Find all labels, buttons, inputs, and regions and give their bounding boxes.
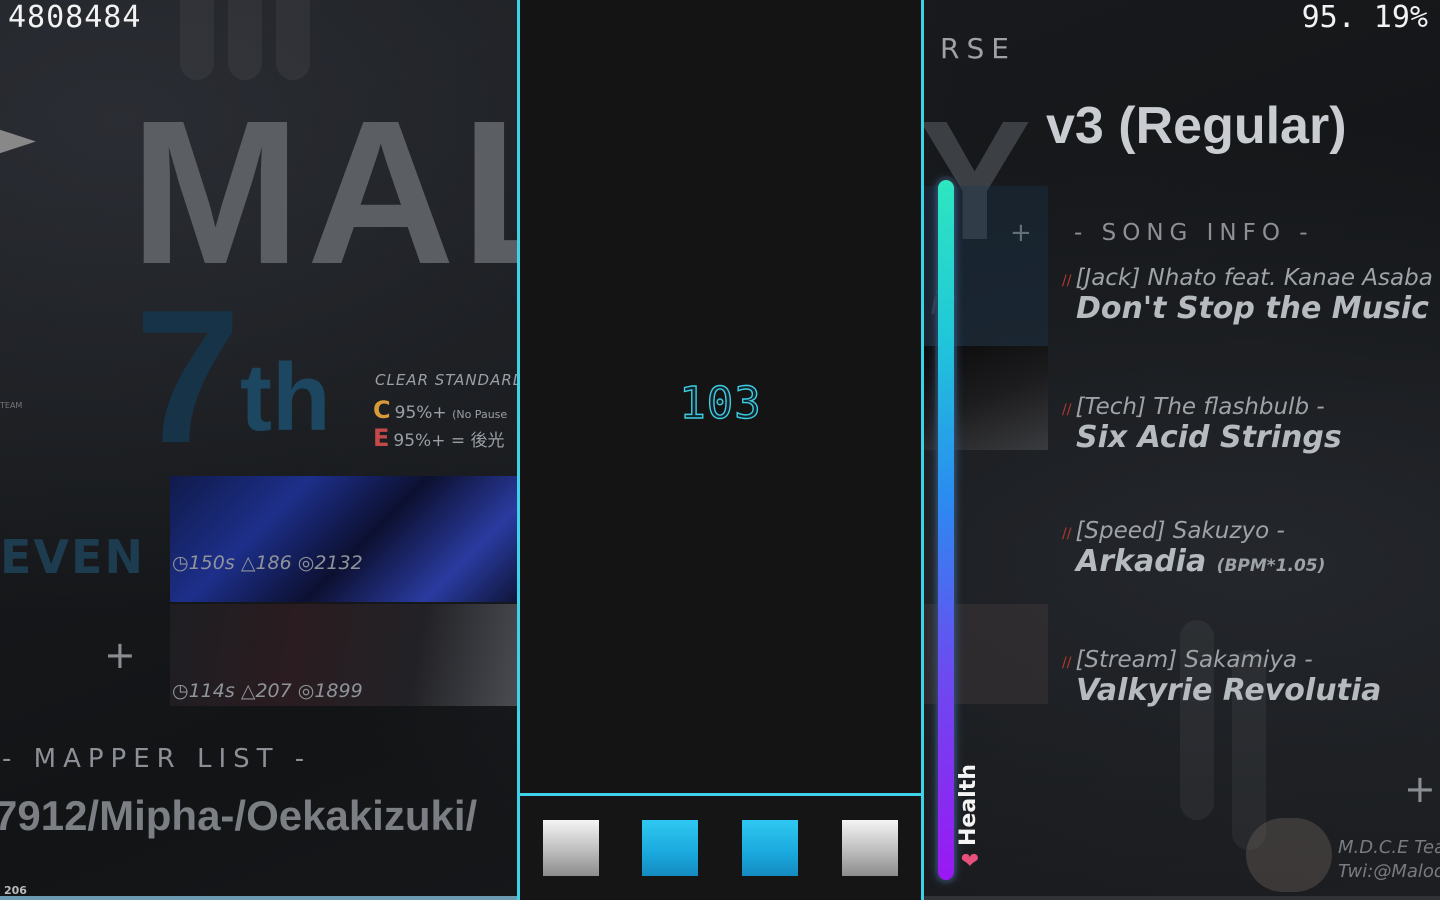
combo-icon: ◎ — [297, 552, 315, 574]
team-label: TEAM — [0, 401, 23, 410]
grade-c: C — [373, 396, 391, 424]
course-label: RSE — [940, 32, 1016, 65]
combo-counter: 103 — [679, 377, 762, 429]
mapper-names: 7912/Mipha-/Oekakizuki/ — [0, 792, 478, 839]
note-playfield: 103 — [517, 0, 924, 900]
plus-icon: + — [104, 633, 136, 677]
course-version: v3 (Regular) — [1046, 97, 1347, 155]
key-area — [520, 796, 921, 900]
clock-icon: ◷ — [172, 680, 189, 702]
heart-icon: ❤ — [960, 849, 980, 874]
clear-row-note: (No Pause — [452, 408, 508, 421]
card-combo: 1899 — [314, 680, 363, 702]
grade-e: E — [373, 424, 390, 452]
song-title: Six Acid Strings — [1076, 420, 1342, 455]
edition-suffix: th — [240, 344, 331, 451]
accuracy-readout: 95. 19% — [1301, 0, 1428, 35]
notes-icon: △ — [240, 552, 256, 574]
song-entry: //[Speed] Sakuzyo - Arkadia (BPM*1.05) — [1062, 518, 1325, 579]
chart-card: ◷150s △186 ◎2132 — [170, 476, 518, 602]
clear-standard-row: E 95%+ = 後光 — [373, 424, 505, 452]
song-info-label: - SONG INFO - — [1074, 220, 1314, 246]
even-label: EVEN — [0, 530, 145, 584]
plus-icon: + — [1404, 767, 1436, 811]
card-stats: ◷114s △207 ◎1899 — [172, 680, 363, 702]
edition-number: 7 — [135, 271, 241, 483]
song-artist: //[Jack] Nhato feat. Kanae Asaba — [1062, 265, 1433, 291]
arrow-icon: ► — [0, 108, 36, 168]
song-title: Don't Stop the Music — [1076, 291, 1429, 326]
health-bar-fill — [938, 180, 954, 880]
song-title: Arkadia (BPM*1.05) — [1076, 544, 1326, 579]
credit-line: M.D.C.E Team — [1338, 837, 1440, 858]
decor-stripe — [228, 0, 262, 80]
decor-stripe — [276, 0, 310, 80]
notes-icon: △ — [240, 680, 256, 702]
clear-row-text: 95%+ — [394, 403, 447, 423]
mascot-logo — [1246, 818, 1332, 892]
song-artist: //[Stream] Sakamiya - — [1062, 647, 1313, 673]
song-entry: //[Stream] Sakamiya - Valkyrie Revolutia — [1062, 647, 1381, 708]
song-title: Valkyrie Revolutia — [1076, 673, 1382, 708]
lane-key-2[interactable] — [642, 820, 698, 876]
decor-stripe — [180, 0, 214, 80]
song-entry: //[Jack] Nhato feat. Kanae Asaba Don't S… — [1062, 265, 1433, 326]
card-combo: 2132 — [314, 552, 363, 574]
lane-key-4[interactable] — [842, 820, 898, 876]
mapper-list-label: - MAPPER LIST - — [2, 744, 312, 774]
card-notes: 186 — [255, 552, 292, 574]
credit-line: Twi:@Malody — [1338, 861, 1440, 882]
combo-icon: ◎ — [297, 680, 315, 702]
card-time: 150s — [188, 552, 235, 574]
credit-text: M.D.C.E Team Twi:@Malody — [1338, 836, 1440, 884]
song-artist: //[Speed] Sakuzyo - — [1062, 518, 1285, 544]
score-counter: 4808484 — [8, 0, 142, 35]
clear-row-text: 95%+ = 後光 — [393, 431, 505, 451]
lane-key-1[interactable] — [543, 820, 599, 876]
song-artist: //[Tech] The flashbulb - — [1062, 394, 1325, 420]
song-note: (BPM*1.05) — [1216, 556, 1326, 576]
clear-standard-title: CLEAR STANDARD — [375, 371, 526, 389]
chart-card: ◷114s △207 ◎1899 — [170, 604, 518, 706]
card-time: 114s — [188, 680, 235, 702]
health-label: Health — [956, 764, 981, 846]
card-stats: ◷150s △186 ◎2132 — [172, 552, 363, 574]
clear-standard-row: C 95%+ (No Pause — [373, 396, 507, 424]
clock-icon: ◷ — [172, 552, 189, 574]
card-notes: 207 — [255, 680, 292, 702]
lane-key-3[interactable] — [742, 820, 798, 876]
song-entry: //[Tech] The flashbulb - Six Acid String… — [1062, 394, 1342, 455]
